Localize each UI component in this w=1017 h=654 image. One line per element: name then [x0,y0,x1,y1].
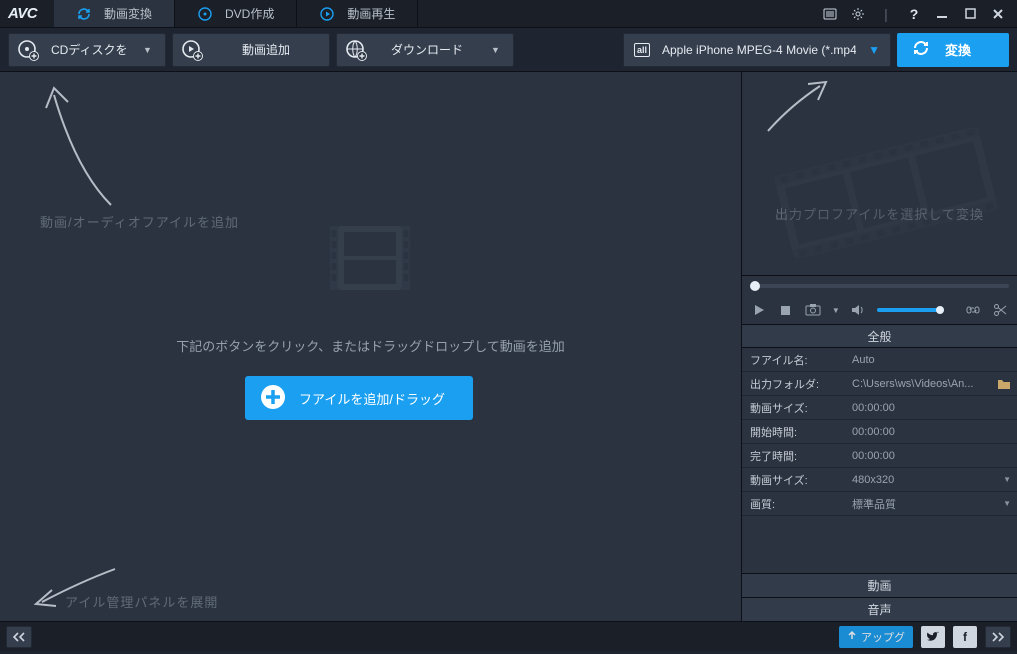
scissors-icon[interactable] [992,301,1009,319]
expand-left-button[interactable] [6,626,32,648]
disc-icon [197,6,213,22]
upgrade-button[interactable]: アップグ [839,626,913,648]
facebook-icon[interactable]: f [953,626,977,648]
twitter-icon[interactable] [921,626,945,648]
gear-icon[interactable] [849,5,867,23]
profile-group-icon: all [634,43,650,57]
film-icon [330,222,410,294]
button-label: アップグ [861,629,905,645]
hint-arrow-icon [760,76,840,136]
tab-label: DVD作成 [225,5,274,22]
prop-start-time: 開始時間:00:00:00 [742,420,1017,444]
button-label: 動画追加 [215,41,317,58]
expand-right-button[interactable] [985,626,1011,648]
add-disc-button[interactable]: CDディスクを追加 ▼ [8,33,166,67]
seek-thumb[interactable] [750,281,760,291]
player-controls: ▼ [742,296,1017,324]
volume-slider[interactable] [877,308,944,312]
file-drop-area[interactable]: 動画/オーディオフアイルを追加 下記のボタンをクリック、またはドラッグドロップし… [0,72,742,621]
drop-hint-text: 下記のボタンをクリック、またはドラッグドロップして動画を追加 [0,336,741,355]
refresh-icon [911,38,931,61]
seek-track[interactable] [750,284,1009,288]
hint-arrow-icon [36,80,126,210]
up-arrow-icon [847,630,857,643]
button-label: 変換 [945,40,971,59]
film-plus-icon [181,39,203,61]
button-label: ダウンロード [379,41,475,58]
tab-dvd[interactable]: DVD作成 [175,0,297,27]
window-controls: | ? [811,0,1017,27]
stop-icon[interactable] [777,301,794,319]
volume-thumb[interactable] [936,306,944,314]
play-circle-icon [319,6,335,22]
close-icon[interactable] [989,5,1007,23]
main-area: 動画/オーディオフアイルを追加 下記のボタンをクリック、またはドラッグドロップし… [0,72,1017,621]
film-reel-icon [761,128,1011,258]
minimize-icon[interactable] [933,5,951,23]
statusbar: アップグ f [0,621,1017,651]
chevron-down-icon: ▼ [1003,475,1011,484]
prop-duration: 動画サイズ:00:00:00 [742,396,1017,420]
chevron-down-icon: ▼ [143,45,153,55]
plus-circle-icon [259,383,287,414]
button-label: CDディスクを追加 [51,41,127,58]
profile-label: Apple iPhone MPEG-4 Movie (*.mp4) [662,43,856,57]
seek-bar[interactable] [742,276,1017,296]
prop-video-size: 動画サイズ:480x320▼ [742,468,1017,492]
tab-label: 動画変換 [104,5,152,22]
play-icon[interactable] [750,301,767,319]
output-profile-select[interactable]: all Apple iPhone MPEG-4 Movie (*.mp4) ▼ [623,33,891,67]
hint-add-file: 動画/オーディオフアイルを追加 [40,212,239,231]
right-panel: 出力プロフアイルを選択して変換 ▼ [742,72,1017,621]
volume-icon[interactable] [850,301,867,319]
prop-filename: フアイル名:Auto [742,348,1017,372]
hint-expand-panel: アイル管理パネルを展開 [65,592,218,611]
maximize-icon[interactable] [961,5,979,23]
preview-area: 出力プロフアイルを選択して変換 [742,72,1017,276]
section-video-header[interactable]: 動画 [742,573,1017,597]
add-video-button[interactable]: 動画追加 [172,33,330,67]
add-file-button[interactable]: フアイルを追加/ドラッグ [245,376,473,420]
help-icon[interactable]: ? [905,5,923,23]
tab-convert[interactable]: 動画変換 [54,0,175,27]
chevron-down-icon: ▼ [491,45,501,55]
prop-end-time: 完了時間:00:00:00 [742,444,1017,468]
tab-label: 動画再生 [347,5,395,22]
download-button[interactable]: ダウンロード ▼ [336,33,514,67]
disc-plus-icon [17,39,39,61]
list-icon[interactable] [821,5,839,23]
chevron-down-icon: ▼ [1003,499,1011,508]
section-audio-header[interactable]: 音声 [742,597,1017,621]
prop-output-folder: 出力フォルダ:C:\Users\ws\Videos\An... [742,372,1017,396]
folder-icon[interactable] [997,378,1011,390]
globe-plus-icon [345,39,367,61]
tab-play[interactable]: 動画再生 [297,0,418,27]
prop-quality: 画質:標準品質▼ [742,492,1017,516]
link-icon[interactable] [964,301,981,319]
snapshot-icon[interactable] [805,301,822,319]
toolbar: CDディスクを追加 ▼ 動画追加 ダウンロード ▼ all Apple iPho… [0,28,1017,72]
button-label: フアイルを追加/ドラッグ [299,389,445,408]
refresh-icon [76,6,92,22]
chevron-down-icon: ▼ [868,43,880,57]
app-logo: AVC [0,0,54,27]
titlebar: AVC 動画変換 DVD作成 動画再生 | ? [0,0,1017,28]
convert-button[interactable]: 変換 [897,33,1009,67]
section-general-header: 全般 [742,324,1017,348]
